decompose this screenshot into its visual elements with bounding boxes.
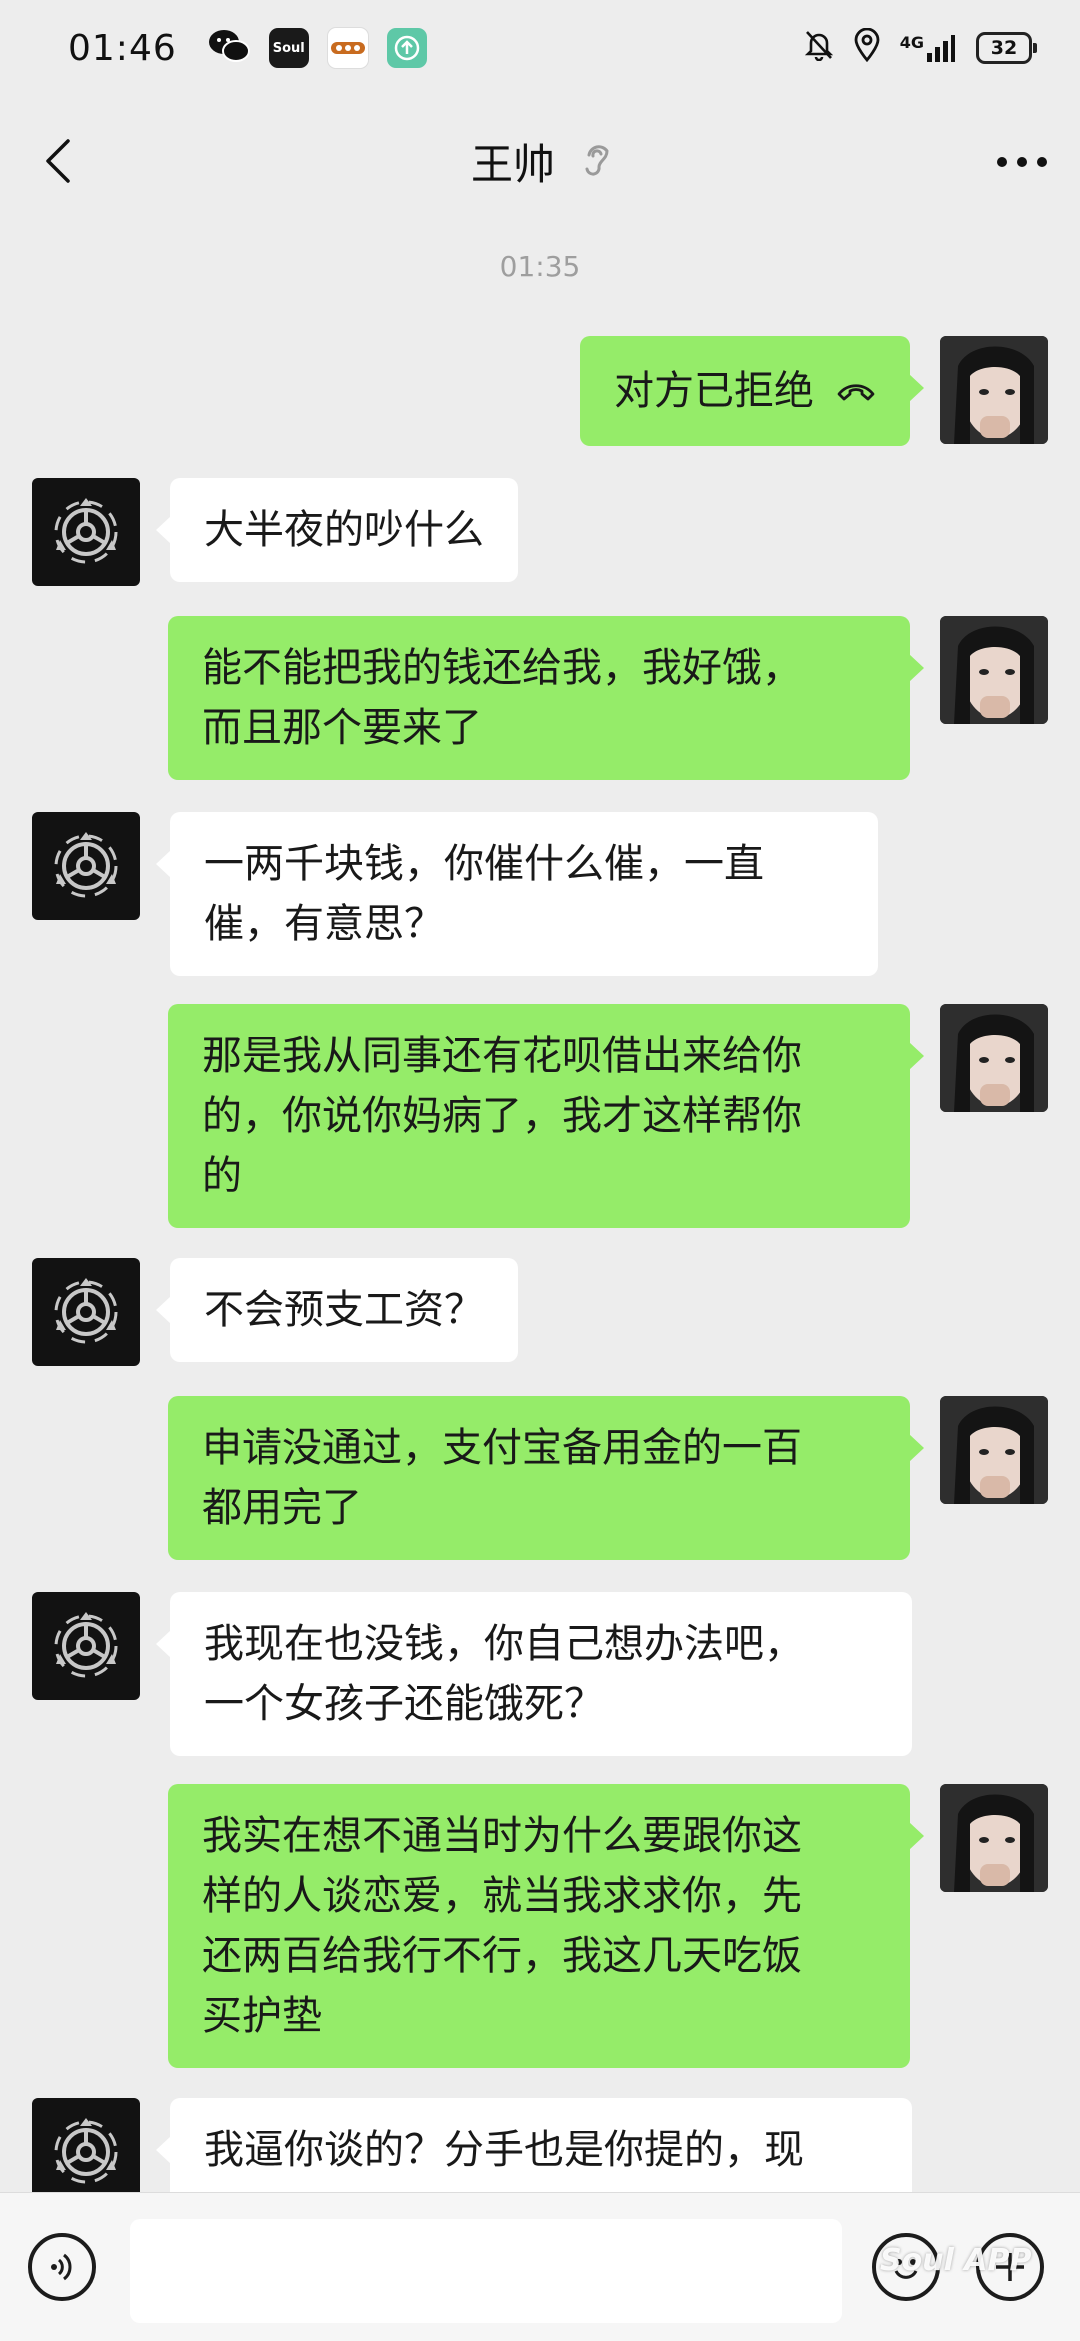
contact-avatar[interactable]	[32, 812, 140, 920]
status-bar: 01:46 Soul 4G 32	[0, 0, 1080, 96]
battery-level: 32	[990, 37, 1018, 59]
my-avatar[interactable]	[940, 616, 1048, 724]
chat-title: 王帅	[470, 139, 555, 189]
soul-app-icon: Soul	[268, 28, 309, 68]
title-group: 王帅	[471, 131, 609, 192]
cellular-signal-icon: 4G	[900, 33, 956, 63]
message-bubble-outgoing[interactable]: 那是我从同事还有花呗借出来给你 的，你说你妈病了，我才这样帮你 的	[168, 1004, 924, 1228]
message-bubble-outgoing[interactable]: 能不能把我的钱还给我，我好饿， 而且那个要来了	[168, 616, 924, 780]
game-app-icon	[326, 27, 369, 69]
message-bubble-incoming[interactable]: 一两千块钱，你催什么催，一直 催，有意思？	[156, 812, 878, 976]
phone-hangup-icon	[837, 384, 875, 401]
voice-input-button[interactable]	[28, 2233, 96, 2301]
chat-header: 王帅	[0, 96, 1080, 226]
update-app-icon	[386, 28, 427, 68]
soul-app-label: Soul	[272, 40, 305, 56]
voice-wave-icon	[51, 2253, 72, 2281]
my-avatar[interactable]	[940, 1004, 1048, 1112]
network-type: 4G	[899, 33, 924, 52]
call-status-text: 对方已拒绝	[614, 368, 814, 414]
status-time: 01:46	[68, 27, 177, 69]
my-avatar[interactable]	[940, 336, 1048, 444]
my-avatar[interactable]	[940, 1396, 1048, 1504]
message-input[interactable]	[130, 2219, 842, 2323]
call-status-bubble[interactable]: 对方已拒绝	[580, 336, 924, 446]
system-indicators: 4G 32	[804, 27, 1037, 69]
battery-icon: 32	[976, 32, 1037, 64]
message-bubble-outgoing[interactable]: 我实在想不通当时为什么要跟你这 样的人谈恋爱，就当我求求你，先 还两百给我行不行…	[168, 1784, 924, 2068]
scp-logo-icon	[54, 1278, 118, 1344]
contact-avatar[interactable]	[32, 478, 140, 586]
contact-avatar[interactable]	[32, 1592, 140, 1700]
scp-logo-icon	[54, 498, 118, 564]
more-dots-icon	[997, 157, 1047, 167]
location-icon	[854, 27, 880, 69]
earpiece-icon	[581, 139, 609, 183]
back-arrow-icon	[46, 139, 70, 183]
contact-avatar[interactable]	[32, 2098, 140, 2206]
scp-logo-icon	[54, 832, 118, 898]
soul-watermark: Soul APP	[880, 2242, 1032, 2278]
my-avatar[interactable]	[940, 1784, 1048, 1892]
message-bubble-outgoing[interactable]: 申请没通过，支付宝备用金的一百 都用完了	[168, 1396, 924, 1560]
more-options-button[interactable]	[990, 132, 1054, 192]
message-bubble-incoming[interactable]: 不会预支工资？	[156, 1258, 518, 1362]
contact-avatar[interactable]	[32, 1258, 140, 1366]
scp-logo-icon	[54, 1612, 118, 1678]
notification-icons: Soul	[207, 26, 427, 70]
back-button[interactable]	[28, 128, 88, 194]
message-timestamp: 01:35	[499, 250, 581, 283]
message-bubble-incoming[interactable]: 大半夜的吵什么	[156, 478, 518, 582]
do-not-disturb-icon	[804, 29, 834, 68]
wechat-icon	[207, 26, 251, 70]
scp-logo-icon	[54, 2118, 118, 2184]
message-bubble-incoming[interactable]: 我现在也没钱，你自己想办法吧， 一个女孩子还能饿死？	[156, 1592, 912, 1756]
